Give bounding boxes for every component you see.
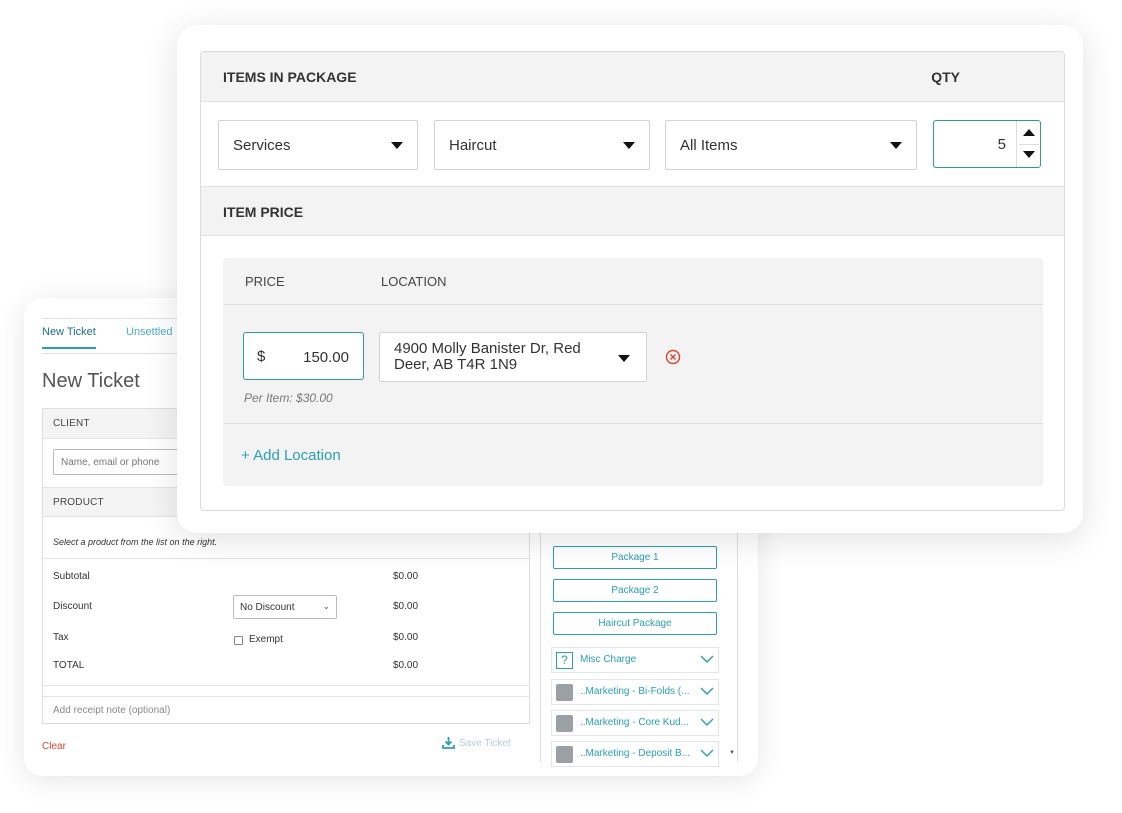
category-label: ..Marketing - Deposit B...: [580, 748, 691, 759]
price-value: 150.00: [303, 349, 349, 366]
subtotal-value: $0.00: [393, 571, 419, 582]
location-column-label: LOCATION: [381, 274, 447, 289]
package-editor: ITEMS IN PACKAGE QTY Services Haircut Al…: [200, 51, 1065, 511]
caret-down-icon: [391, 142, 403, 149]
chevron-down-icon: ⌄: [322, 601, 330, 611]
category-label: ..Marketing - Bi-Folds (...: [580, 686, 690, 697]
category-select[interactable]: Services: [218, 120, 418, 170]
category-select-value: Services: [233, 137, 291, 154]
cube-icon: [556, 746, 573, 763]
subcategory-select-value: Haircut: [449, 137, 497, 154]
page-title: New Ticket: [42, 370, 140, 392]
divider: [223, 423, 1043, 424]
tax-value: $0.00: [393, 632, 419, 643]
cube-icon: [556, 715, 573, 732]
total-label: TOTAL: [53, 660, 85, 671]
discount-select[interactable]: No Discount ⌄: [233, 595, 337, 619]
product-list: Package 1 Package 2 Haircut Package ? Mi…: [540, 530, 738, 767]
add-location-link[interactable]: + Add Location: [241, 447, 341, 464]
tax-label: Tax: [53, 632, 69, 643]
category-label: ..Marketing - Core Kud...: [580, 717, 689, 728]
save-ticket-button[interactable]: Save Ticket: [442, 736, 511, 749]
price-input[interactable]: $ 150.00: [243, 332, 364, 380]
package-editor-card: ITEMS IN PACKAGE QTY Services Haircut Al…: [177, 25, 1083, 533]
per-item-price: Per Item: $30.00: [244, 391, 333, 405]
scrollbar-down-arrow[interactable]: ▼: [729, 750, 735, 756]
divider: [43, 558, 529, 559]
remove-location-icon[interactable]: [665, 349, 681, 365]
receipt-note-input[interactable]: Add receipt note (optional): [43, 696, 529, 724]
subcategory-select[interactable]: Haircut: [434, 120, 650, 170]
question-icon: ?: [556, 652, 573, 669]
item-price-header: ITEM PRICE: [201, 186, 1064, 236]
location-select[interactable]: 4900 Molly Banister Dr, Red Deer, AB T4R…: [379, 332, 647, 382]
item-select[interactable]: All Items: [665, 120, 917, 170]
items-header-label: ITEMS IN PACKAGE: [223, 69, 357, 85]
chevron-down-icon: [700, 655, 714, 663]
total-value: $0.00: [393, 660, 419, 671]
category-misc-charge[interactable]: ? Misc Charge: [551, 647, 719, 673]
discount-select-value: No Discount: [240, 602, 295, 613]
increment-icon[interactable]: [1023, 129, 1035, 136]
qty-header-label: QTY: [931, 69, 960, 85]
download-icon: [442, 737, 455, 749]
category-label: Misc Charge: [580, 654, 637, 665]
price-location-header: PRICE LOCATION: [223, 258, 1043, 305]
items-in-package-header: ITEMS IN PACKAGE QTY: [201, 52, 1064, 102]
quantity-value: 5: [997, 136, 1006, 153]
product-empty-note: Select a product from the list on the ri…: [53, 537, 218, 547]
exempt-label: Exempt: [249, 634, 283, 645]
save-ticket-label: Save Ticket: [459, 738, 511, 749]
caret-down-icon: [618, 355, 630, 362]
currency-symbol: $: [257, 348, 266, 365]
chevron-down-icon: [700, 687, 714, 695]
category-marketing-deposit[interactable]: ..Marketing - Deposit B...: [551, 741, 719, 767]
subtotal-label: Subtotal: [53, 571, 90, 582]
stepper-controls: [1016, 121, 1040, 167]
price-location-panel: PRICE LOCATION $ 150.00 Per Item: $30.00…: [223, 258, 1043, 486]
clear-button[interactable]: Clear: [42, 741, 66, 752]
chevron-down-icon: [700, 718, 714, 726]
category-marketing-bifolds[interactable]: ..Marketing - Bi-Folds (...: [551, 679, 719, 705]
package-2-button[interactable]: Package 2: [553, 579, 717, 602]
divider: [43, 685, 529, 686]
discount-value: $0.00: [393, 601, 419, 612]
stepper-divider: [1019, 144, 1039, 145]
package-1-button[interactable]: Package 1: [553, 546, 717, 569]
haircut-package-button[interactable]: Haircut Package: [553, 612, 717, 635]
tab-new-ticket[interactable]: New Ticket: [42, 326, 96, 349]
category-marketing-core[interactable]: ..Marketing - Core Kud...: [551, 710, 719, 736]
exempt-checkbox[interactable]: [234, 636, 243, 645]
caret-down-icon: [623, 142, 635, 149]
quantity-stepper[interactable]: 5: [933, 120, 1041, 168]
item-select-value: All Items: [680, 137, 738, 154]
chevron-down-icon: [700, 749, 714, 757]
discount-label: Discount: [53, 601, 92, 612]
cube-icon: [556, 684, 573, 701]
caret-down-icon: [890, 142, 902, 149]
decrement-icon[interactable]: [1023, 151, 1035, 158]
tab-unsettled[interactable]: Unsettled: [126, 326, 172, 338]
location-select-value: 4900 Molly Banister Dr, Red Deer, AB T4R…: [394, 340, 581, 373]
price-column-label: PRICE: [245, 274, 285, 289]
